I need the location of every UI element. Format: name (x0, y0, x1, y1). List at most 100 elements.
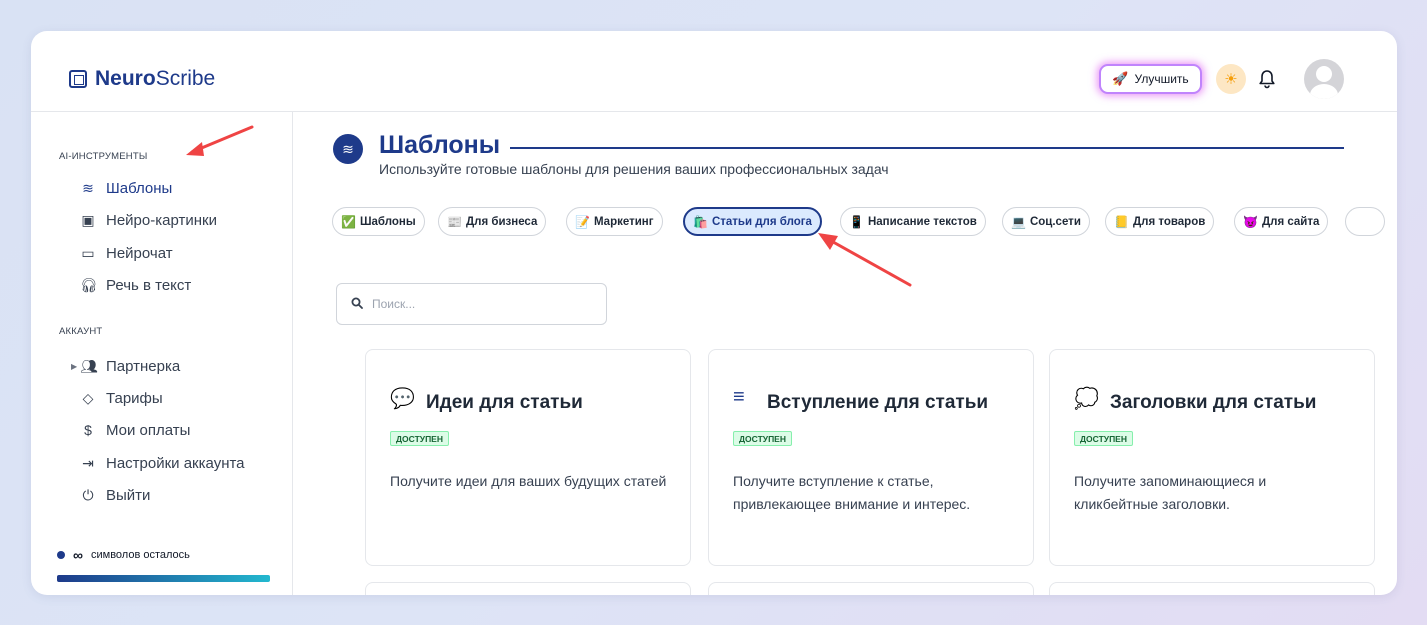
search-box[interactable] (336, 283, 607, 325)
chip-website[interactable]: 😈 Для сайта (1234, 207, 1329, 236)
chip-label: Для товаров (1132, 215, 1206, 228)
chip-label: Для сайта (1261, 215, 1320, 228)
logo-icon (69, 70, 87, 88)
symbols-value: ∞ (73, 547, 83, 563)
search-icon (351, 297, 363, 312)
sidebar-item-neurochat[interactable]: ▭ Нейрочат (80, 242, 173, 264)
layers-icon: ≋ (333, 134, 363, 164)
dollar-icon: $ (84, 422, 92, 438)
login-icon: ⇥ (82, 454, 94, 471)
chip-social[interactable]: 💻 Соц.сети (1002, 207, 1090, 236)
chip-products[interactable]: 📒 Для товаров (1105, 207, 1215, 236)
sidebar-item-label: Тарифы (106, 389, 163, 407)
annotation-arrow-sidebar (186, 125, 254, 156)
thought-bubble-icon: 💭 (1074, 388, 1099, 410)
theme-toggle-sun-icon[interactable]: ☀ (1216, 64, 1246, 94)
layers-icon: ≋ (82, 179, 94, 196)
sidebar-item-logout[interactable]: ⏻ Выйти (80, 484, 150, 506)
template-card[interactable] (1049, 582, 1375, 595)
sidebar-item-label: Нейрочат (106, 244, 173, 262)
chip-label: Маркетинг (593, 215, 654, 228)
sidebar-item-label: Речь в текст (106, 276, 192, 294)
title-divider (510, 147, 1344, 149)
page-title: Шаблоны (379, 131, 501, 159)
text-lines-icon: ≡ (733, 386, 745, 408)
card-title: Вступление для статьи (767, 392, 989, 413)
sidebar-item-tariffs[interactable]: ◇ Тарифы (80, 387, 163, 409)
logo[interactable]: Neuro Scribe (69, 67, 215, 91)
status-badge: ДОСТУПЕН (1074, 431, 1133, 446)
card-title: Идеи для статьи (426, 392, 583, 413)
template-card-article-ideas[interactable]: 💬 Идеи для статьи ДОСТУПЕН Получите идеи… (365, 349, 691, 566)
template-card[interactable] (708, 582, 1034, 595)
power-icon: ⏻ (82, 486, 94, 503)
chip-label: Написание текстов (867, 215, 977, 228)
template-card[interactable] (365, 582, 691, 595)
tag-icon: ◇ (82, 389, 94, 406)
sidebar-item-speech-to-text[interactable]: 🎧︎ Речь в текст (80, 274, 191, 296)
card-description: Получите запоминающиеся и кликбейтные за… (1074, 473, 1267, 512)
devil-icon: 😈 (1243, 214, 1258, 229)
status-dot (57, 551, 65, 559)
card-description: Получите идеи для ваших будущих статей (390, 473, 667, 489)
sidebar-item-label: Шаблоны (106, 179, 173, 197)
sidebar-item-payments[interactable]: $ Мои оплаты (80, 419, 190, 441)
chip-label: Для бизнеса (465, 215, 538, 228)
bell-icon[interactable] (1255, 67, 1279, 91)
rocket-icon: 🚀 (1112, 71, 1129, 86)
template-card-article-intro[interactable]: ≡ Вступление для статьи ДОСТУПЕН Получит… (708, 349, 1034, 566)
sidebar: AI-ИНСТРУМЕНТЫ ≋ Шаблоны ▣ Нейро-картинк… (31, 112, 293, 595)
sidebar-item-neuro-images[interactable]: ▣ Нейро-картинки (80, 209, 217, 231)
page-subtitle: Используйте готовые шаблоны для решения … (379, 161, 889, 177)
avatar[interactable] (1304, 59, 1344, 99)
status-badge: ДОСТУПЕН (733, 431, 792, 446)
sidebar-item-label: Партнерка (106, 357, 181, 375)
memo-icon: 📝 (575, 214, 590, 229)
symbols-progress-bar (57, 575, 270, 582)
chip-more[interactable] (1345, 207, 1385, 236)
chip-marketing[interactable]: 📝 Маркетинг (566, 207, 663, 236)
status-badge: ДОСТУПЕН (390, 431, 449, 446)
sidebar-item-account-settings[interactable]: ⇥ Настройки аккаунта (80, 452, 245, 474)
caret-right-icon[interactable]: ▶ (71, 362, 77, 371)
sidebar-item-label: Настройки аккаунта (106, 454, 245, 472)
sidebar-item-label: Мои оплаты (106, 421, 191, 439)
chip-blog-articles[interactable]: 🛍️ Статьи для блога (683, 207, 822, 236)
chip-label: Шаблоны (359, 215, 416, 228)
search-input[interactable] (372, 297, 592, 311)
app-window: Neuro Scribe 🚀 Улучшить ☀ AI-ИНСТРУМЕНТЫ … (31, 31, 1397, 595)
chat-icon: ▭ (81, 244, 95, 261)
template-card-article-headlines[interactable]: 💭 Заголовки для статьи ДОСТУПЕН Получите… (1049, 349, 1375, 566)
chip-business[interactable]: 📰 Для бизнеса (438, 207, 547, 236)
section-label-tools: AI-ИНСТРУМЕНТЫ (59, 151, 148, 162)
upgrade-button[interactable]: 🚀 Улучшить (1099, 64, 1202, 94)
image-icon: ▣ (81, 211, 95, 228)
shopping-bags-icon: 🛍️ (693, 214, 708, 229)
sidebar-item-label: Выйти (106, 486, 151, 504)
card-description: Получите вступление к статье, привлекающ… (733, 473, 971, 512)
symbols-label: символов осталось (90, 549, 190, 561)
newspaper-icon: 📰 (447, 214, 462, 229)
headphones-icon: 🎧︎ (80, 276, 98, 293)
speech-bubble-icon: 💬 (390, 388, 415, 410)
notebook-icon: 📒 (1114, 214, 1129, 229)
main-content: ≋ Шаблоны Используйте готовые шаблоны дл… (294, 112, 1397, 595)
annotation-arrow-chip (818, 233, 912, 287)
sidebar-item-label: Нейро-картинки (106, 211, 217, 229)
top-bar: Neuro Scribe 🚀 Улучшить ☀ (31, 31, 1397, 112)
phone-icon: 📱 (849, 214, 864, 229)
chip-label: Статьи для блога (711, 215, 812, 228)
logo-bold-text: Neuro (95, 67, 156, 90)
chip-templates[interactable]: ✅ Шаблоны (332, 207, 425, 236)
symbols-remaining: ∞ символов осталось (57, 547, 190, 563)
users-icon: 👥︎ (80, 357, 98, 374)
section-label-account: АККАУНТ (59, 326, 103, 337)
laptop-icon: 💻 (1011, 214, 1026, 229)
logo-rest-text: Scribe (155, 67, 216, 90)
sidebar-item-partner[interactable]: 👥︎ Партнерка (80, 355, 180, 377)
sidebar-item-templates[interactable]: ≋ Шаблоны (80, 177, 172, 199)
card-title: Заголовки для статьи (1110, 392, 1317, 413)
upgrade-label: Улучшить (1134, 72, 1189, 86)
chip-label: Соц.сети (1029, 215, 1081, 228)
checkbox-icon: ✅ (341, 214, 356, 229)
